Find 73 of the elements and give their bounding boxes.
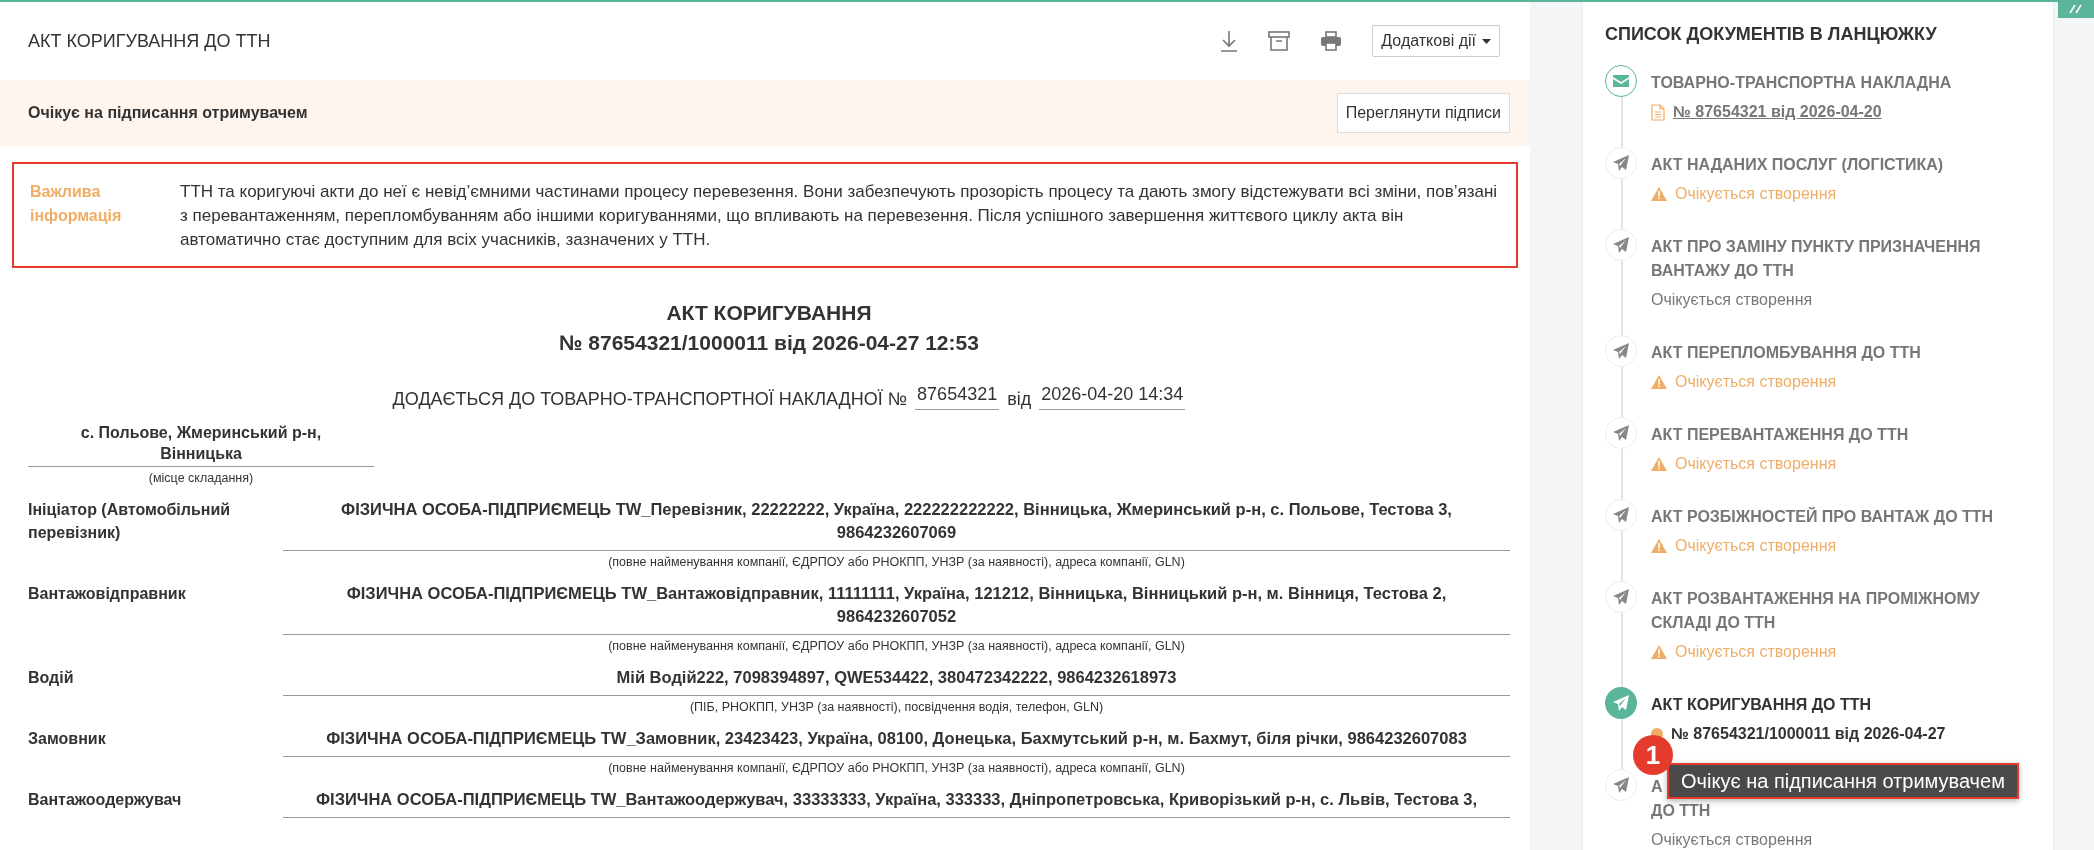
notice-text: ТТН та коригуючі акти до неї є невід’ємними частинами процесу перевезення. Вони забезпечують прозорість процесу та дають змогу відстежувати всі зміни, пов’язані з перевантаженням, перепломбуванням або іншими коригуваннями, що впливають на перевезення. Після успішного завершення життєвого циклу акта він автоматично стає доступним для всіх учасників, зазначених у ТТН. (180, 181, 1499, 251)
warning-icon (1651, 645, 1667, 659)
party-value: Мій Водій222, 7098394897, QWE534422, 380472342222, 9864232618973 (283, 666, 1510, 696)
caret-icon (1482, 38, 1491, 44)
page-title: АКТ КОРИГУВАННЯ ДО ТТН (28, 30, 272, 52)
field-hint: (повне найменування компанії, ЄДРПОУ або РНОКПП, УНЗР (за наявності), адреса компанії, GLN) (607, 761, 1186, 775)
step-badge: 1 (1633, 735, 1673, 775)
field-hint: (місце складання) (147, 471, 255, 485)
paper-plane-icon (1613, 695, 1629, 711)
field-hint: (повне найменування компанії, ЄДРПОУ або РНОКПП, УНЗР (за наявності), адреса компанії, GLN) (607, 639, 1186, 653)
collapse-panel-button[interactable] (2058, 0, 2094, 18)
document-type-line: СКЛАДІ ДО ТТН (1651, 613, 1776, 633)
party-label: Вантажовідправник (28, 584, 187, 604)
party-label: Замовник (28, 729, 107, 749)
waybill-date: 2026-04-20 14:34 (1039, 382, 1186, 410)
document-type-line: АКТ КОРИГУВАННЯ ДО ТТН (1651, 695, 1872, 715)
view-signatures-button[interactable]: Переглянути підписи (1336, 93, 1510, 133)
archive-box-icon (1268, 31, 1291, 51)
document-number: № 87654321/1000011 від 2026-04-27 12:53 (558, 330, 980, 356)
paper-plane-icon (1613, 343, 1629, 359)
status-text: Очікується створення (1675, 455, 1837, 473)
place-value: с. Польове, Жмеринський р-н, Вінницька (28, 422, 374, 467)
document-type-line: ВАНТАЖУ ДО ТТН (1651, 261, 1794, 281)
status-text: Очікується створення (1675, 537, 1837, 555)
document-type-line: АКТ НАДАНИХ ПОСЛУГ (ЛОГІСТИКА) (1651, 155, 1944, 175)
double-chevron-icon (2069, 4, 2083, 14)
party-label: Водій (28, 668, 75, 688)
tooltip: Очікує на підписання отримувачем (1667, 763, 2019, 799)
warning-icon (1651, 375, 1667, 389)
document-type-line: АКТ ПРО ЗАМІНУ ПУНКТУ ПРИЗНАЧЕННЯ (1651, 237, 1981, 257)
document-type-line: АКТ ПЕРЕПЛОМБУВАННЯ ДО ТТН (1651, 343, 1921, 363)
date-label: від (1007, 389, 1032, 410)
warning-icon (1651, 457, 1667, 471)
paper-plane-icon (1613, 507, 1629, 523)
status-text: Очікується створення (1675, 373, 1837, 391)
document-type-line: АКТ РОЗВАНТАЖЕННЯ НА ПРОМІЖНОМУ (1651, 589, 1980, 609)
status-text: Очікує на підписання отримувачем (28, 104, 308, 122)
more-actions-dropdown[interactable]: Додаткові дії (1372, 25, 1500, 57)
field-hint: (ПІБ, РНОКПП, УНЗР (за наявності), посвідчення водія, телефон, GLN) (688, 700, 1105, 714)
envelope-icon (1613, 75, 1629, 87)
party-label: Вантажоодержувач (28, 790, 183, 810)
status-text: Очікується створення (1651, 831, 1813, 849)
document-type-line: ДО ТТН (1651, 801, 1711, 821)
document-number: № 87654321/1000011 від 2026-04-27 (1671, 725, 1946, 743)
paper-plane-icon (1613, 589, 1629, 605)
party-value: ФІЗИЧНА ОСОБА-ПІДПРИЄМЕЦЬ TW_Перевізник, 22222222, Україна, 222222222222, Вінницька, Жмеринський р-н, с. Польове, Тестова 3, 9864232607069 (283, 498, 1510, 551)
document-type-line: А (1651, 777, 1663, 797)
attach-text: ДОДАЄТЬСЯ ДО ТОВАРНО-ТРАНСПОРТНОЇ НАКЛАДНОЇ № (392, 389, 908, 410)
warning-icon (1651, 187, 1667, 201)
party-value: ФІЗИЧНА ОСОБА-ПІДПРИЄМЕЦЬ TW_Вантажоодержувач, 33333333, Україна, 333333, Дніпропетровська, Криворізький р-н, с. Львів, Тестова 3, (283, 788, 1510, 818)
status-text: Очікується створення (1675, 185, 1837, 203)
notice-label: Важлива інформація (30, 182, 123, 226)
download-icon (1220, 30, 1239, 52)
panel-title: СПИСОК ДОКУМЕНТІВ В ЛАНЦЮЖКУ (1605, 24, 1938, 45)
paper-plane-icon (1613, 237, 1629, 253)
document-icon (1651, 103, 1665, 121)
paper-plane-icon (1613, 777, 1629, 793)
document-link[interactable]: № 87654321 від 2026-04-20 (1673, 103, 1882, 121)
document-title: АКТ КОРИГУВАННЯ (665, 300, 873, 326)
party-value: ФІЗИЧНА ОСОБА-ПІДПРИЄМЕЦЬ TW_Замовник, 23423423, Україна, 08100, Донецька, Бахмутський р-н, м. Бахмут, біля річки, 9864232607083 (283, 727, 1510, 757)
paper-plane-icon (1613, 425, 1629, 441)
party-value: ФІЗИЧНА ОСОБА-ПІДПРИЄМЕЦЬ TW_Вантажовідправник, 11111111, Україна, 121212, Вінницька, Вінницький р-н, м. Вінниця, Тестова 2, 9864232607052 (283, 582, 1510, 635)
status-text: Очікується створення (1675, 643, 1837, 661)
field-hint: (повне найменування компанії, ЄДРПОУ або РНОКПП, УНЗР (за наявності), адреса компанії, GLN) (607, 555, 1186, 569)
print-icon (1320, 31, 1343, 51)
document-type-line: АКТ РОЗБІЖНОСТЕЙ ПРО ВАНТАЖ ДО ТТН (1651, 506, 1994, 527)
status-text: Очікується створення (1651, 291, 1813, 309)
document-type-line: АКТ ПЕРЕВАНТАЖЕННЯ ДО ТТН (1651, 425, 1909, 445)
document-type-line: ТОВАРНО-ТРАНСПОРТНА НАКЛАДНА (1651, 73, 1952, 93)
waybill-number: 87654321 (915, 382, 1000, 410)
party-label: Ініціатор (Автомобільний перевізник) (28, 500, 232, 543)
warning-icon (1651, 539, 1667, 553)
paper-plane-icon (1613, 155, 1629, 171)
